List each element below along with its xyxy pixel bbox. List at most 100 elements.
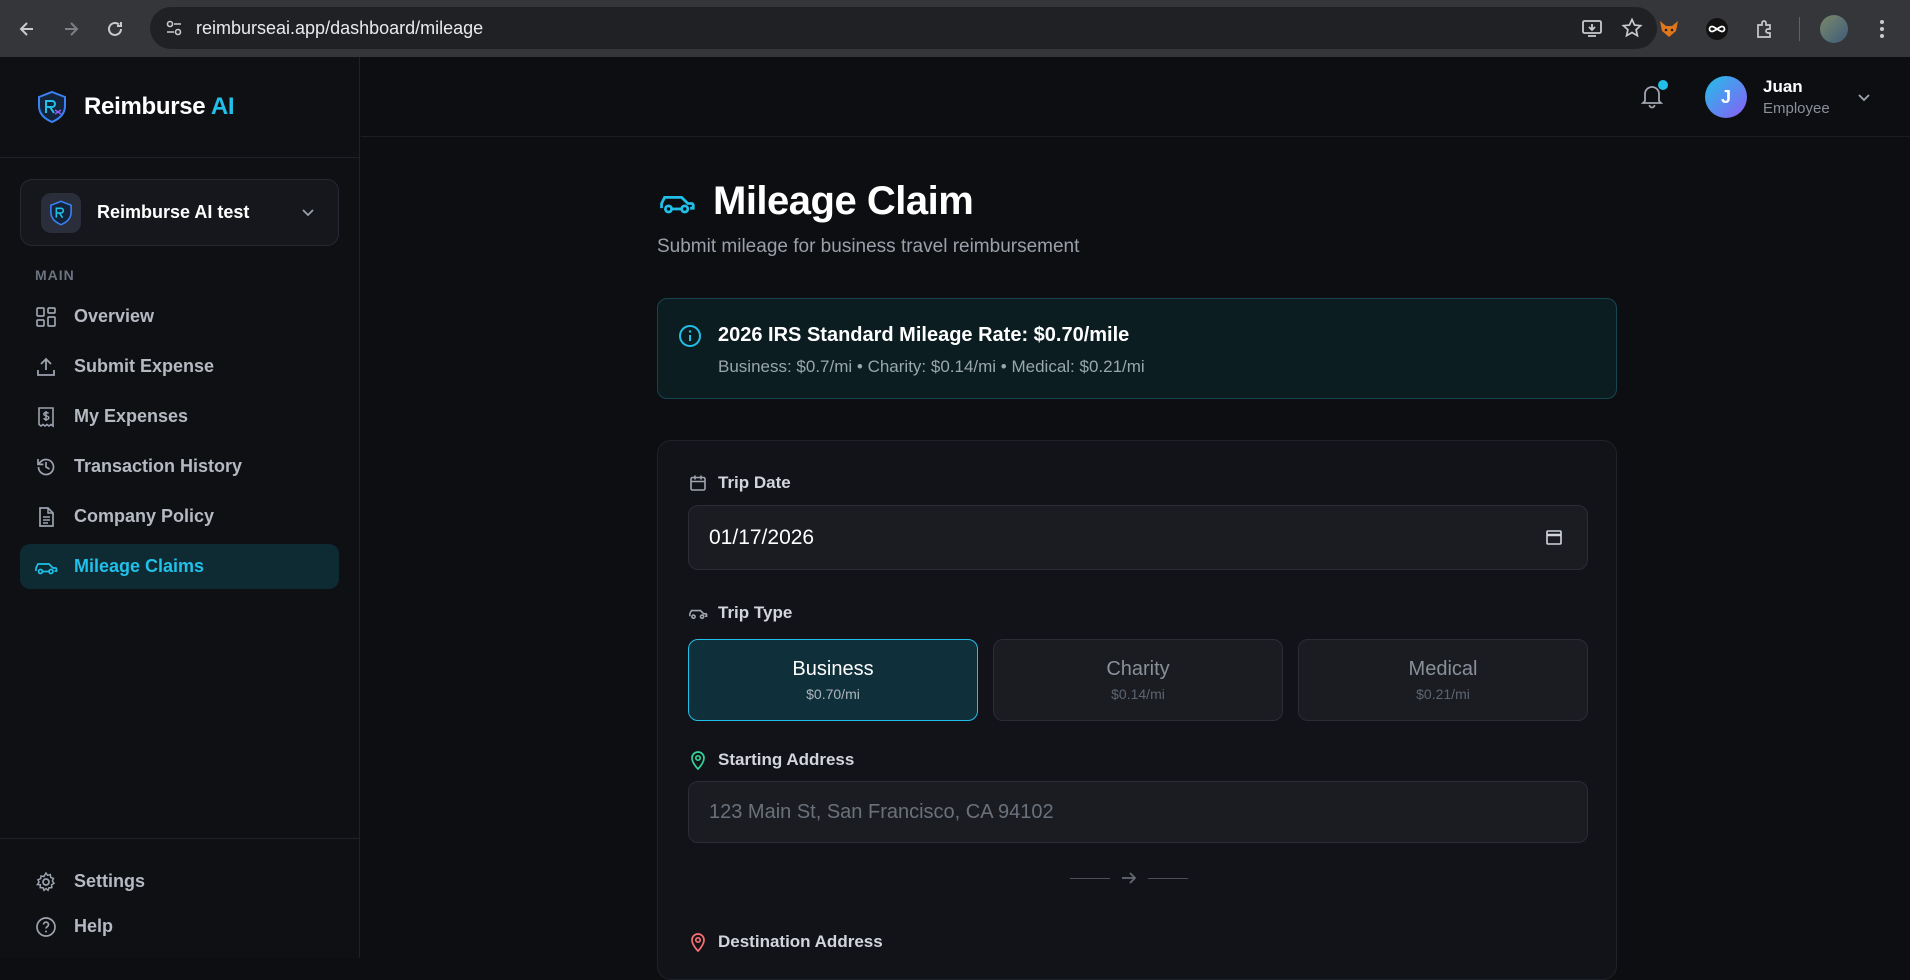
browser-toolbar: reimburseai.app/dashboard/mileage — [0, 0, 1910, 57]
sidebar-item-my-expenses[interactable]: My Expenses — [20, 394, 339, 439]
starting-address-input[interactable] — [709, 800, 1569, 824]
reimburse-ai-logo-icon — [34, 89, 70, 125]
mileage-claim-form: Trip Date 01/17/2026 Trip Type Business … — [657, 440, 1617, 980]
document-icon — [34, 505, 58, 529]
back-icon[interactable] — [5, 7, 49, 51]
trip-type-medical[interactable]: Medical $0.21/mi — [1298, 639, 1588, 721]
sidebar-item-transaction-history[interactable]: Transaction History — [20, 444, 339, 489]
sidebar-item-label: Help — [74, 916, 114, 936]
chevron-down-icon — [1856, 89, 1872, 105]
sidebar-item-label: Settings — [74, 871, 146, 891]
url-text[interactable]: reimburseai.app/dashboard/mileage — [196, 18, 483, 39]
upload-icon — [34, 355, 58, 379]
trip-type-name: Medical — [1408, 658, 1478, 680]
sidebar-item-overview[interactable]: Overview — [20, 294, 339, 339]
fox-extension-icon[interactable] — [1655, 15, 1683, 43]
site-settings-icon[interactable] — [162, 16, 186, 40]
brand-name-main: Reimburse — [84, 93, 211, 120]
browser-menu-icon[interactable] — [1868, 15, 1896, 43]
brand[interactable]: Reimburse AI — [0, 57, 359, 158]
page-title: Mileage Claim — [713, 179, 974, 223]
sidebar-item-company-policy[interactable]: Company Policy — [20, 494, 339, 539]
trip-type-rate: $0.70/mi — [806, 686, 860, 702]
forward-icon[interactable] — [49, 7, 93, 51]
user-name: Juan — [1763, 77, 1803, 96]
trip-type-name: Charity — [1106, 658, 1170, 680]
info-icon — [678, 324, 702, 348]
reload-icon[interactable] — [93, 7, 137, 51]
starting-address-field[interactable] — [688, 781, 1588, 843]
sidebar-item-label: My Expenses — [74, 406, 189, 426]
trip-type-rate: $0.21/mi — [1416, 686, 1470, 702]
trip-type-rate: $0.14/mi — [1111, 686, 1165, 702]
trip-date-label-text: Trip Date — [718, 473, 791, 492]
trip-date-value: 01/17/2026 — [709, 525, 815, 549]
top-bar: J Juan Employee — [361, 57, 1910, 137]
trip-date-input[interactable]: 01/17/2026 — [688, 505, 1588, 570]
avatar: J — [1705, 76, 1747, 118]
sidebar-item-label: Mileage Claims — [74, 556, 205, 576]
help-icon — [34, 915, 58, 939]
gear-icon — [34, 870, 58, 894]
connector-line — [1148, 877, 1188, 879]
sidebar-footer: Settings Help — [0, 838, 359, 949]
sidebar-item-label: Submit Expense — [74, 356, 215, 376]
map-pin-icon — [688, 932, 708, 952]
bookmark-star-icon[interactable] — [1621, 17, 1643, 39]
calendar-picker-icon[interactable] — [1545, 528, 1563, 546]
user-menu[interactable]: J Juan Employee — [1705, 76, 1872, 118]
trip-date-label: Trip Date — [688, 473, 791, 493]
sidebar-item-settings[interactable]: Settings — [20, 859, 339, 904]
sidebar-item-label: Company Policy — [74, 506, 215, 526]
sidebar: Reimburse AI Reimburse AI test MAIN Over… — [0, 57, 360, 958]
car-icon — [34, 555, 58, 579]
mileage-rate-info-banner: 2026 IRS Standard Mileage Rate: $0.70/mi… — [657, 298, 1617, 399]
main-content: Mileage Claim Submit mileage for busines… — [361, 137, 1910, 980]
trip-type-charity[interactable]: Charity $0.14/mi — [993, 639, 1283, 721]
browser-profile-avatar[interactable] — [1820, 14, 1848, 43]
sidebar-item-submit-expense[interactable]: Submit Expense — [20, 344, 339, 389]
connector-line — [1070, 877, 1110, 879]
toolbar-divider — [1799, 16, 1800, 41]
destination-address-label: Destination Address — [688, 932, 883, 952]
chevron-down-icon — [300, 204, 316, 220]
sidebar-item-label: Transaction History — [74, 456, 243, 476]
page-subtitle: Submit mileage for business travel reimb… — [657, 236, 1080, 257]
brand-name: Reimburse AI — [84, 93, 235, 121]
grid-icon — [34, 305, 58, 329]
page-header: Mileage Claim Submit mileage for busines… — [657, 179, 1079, 258]
sidebar-item-help[interactable]: Help — [20, 904, 339, 949]
receipt-icon — [34, 405, 58, 429]
trip-type-business[interactable]: Business $0.70/mi — [688, 639, 978, 721]
sidebar-item-mileage-claims[interactable]: Mileage Claims — [20, 544, 339, 589]
organization-switcher[interactable]: Reimburse AI test — [20, 179, 339, 246]
trip-type-name: Business — [792, 658, 874, 680]
organization-name: Reimburse AI test — [97, 202, 250, 222]
starting-address-label-text: Starting Address — [718, 750, 855, 769]
map-pin-icon — [688, 750, 708, 770]
car-icon — [657, 185, 697, 219]
calendar-icon — [688, 473, 708, 493]
route-connector — [1070, 869, 1188, 887]
main-nav: Overview Submit Expense My Expenses Tran… — [20, 294, 339, 594]
destination-address-label-text: Destination Address — [718, 932, 883, 951]
nav-section-label: MAIN — [35, 267, 75, 283]
trip-type-selector: Business $0.70/mi Charity $0.14/mi Medic… — [688, 639, 1588, 721]
starting-address-label: Starting Address — [688, 750, 854, 770]
sidebar-item-label: Overview — [74, 306, 155, 326]
arrow-right-icon — [1120, 869, 1138, 887]
organization-logo-icon — [41, 192, 81, 233]
car-icon — [688, 603, 708, 623]
trip-type-label: Trip Type — [688, 603, 792, 623]
notification-dot — [1658, 80, 1668, 90]
rate-title: 2026 IRS Standard Mileage Rate: $0.70/mi… — [718, 324, 1130, 346]
install-app-icon[interactable] — [1581, 17, 1603, 39]
brand-name-accent: AI — [210, 93, 235, 120]
user-role: Employee — [1763, 100, 1830, 117]
history-icon — [34, 455, 58, 479]
trip-type-label-text: Trip Type — [718, 603, 793, 622]
extensions-puzzle-icon[interactable] — [1751, 15, 1779, 43]
rate-detail: Business: $0.7/mi • Charity: $0.14/mi • … — [718, 357, 1145, 376]
infinity-extension-icon[interactable] — [1703, 15, 1731, 43]
address-bar[interactable]: reimburseai.app/dashboard/mileage — [150, 7, 1657, 49]
